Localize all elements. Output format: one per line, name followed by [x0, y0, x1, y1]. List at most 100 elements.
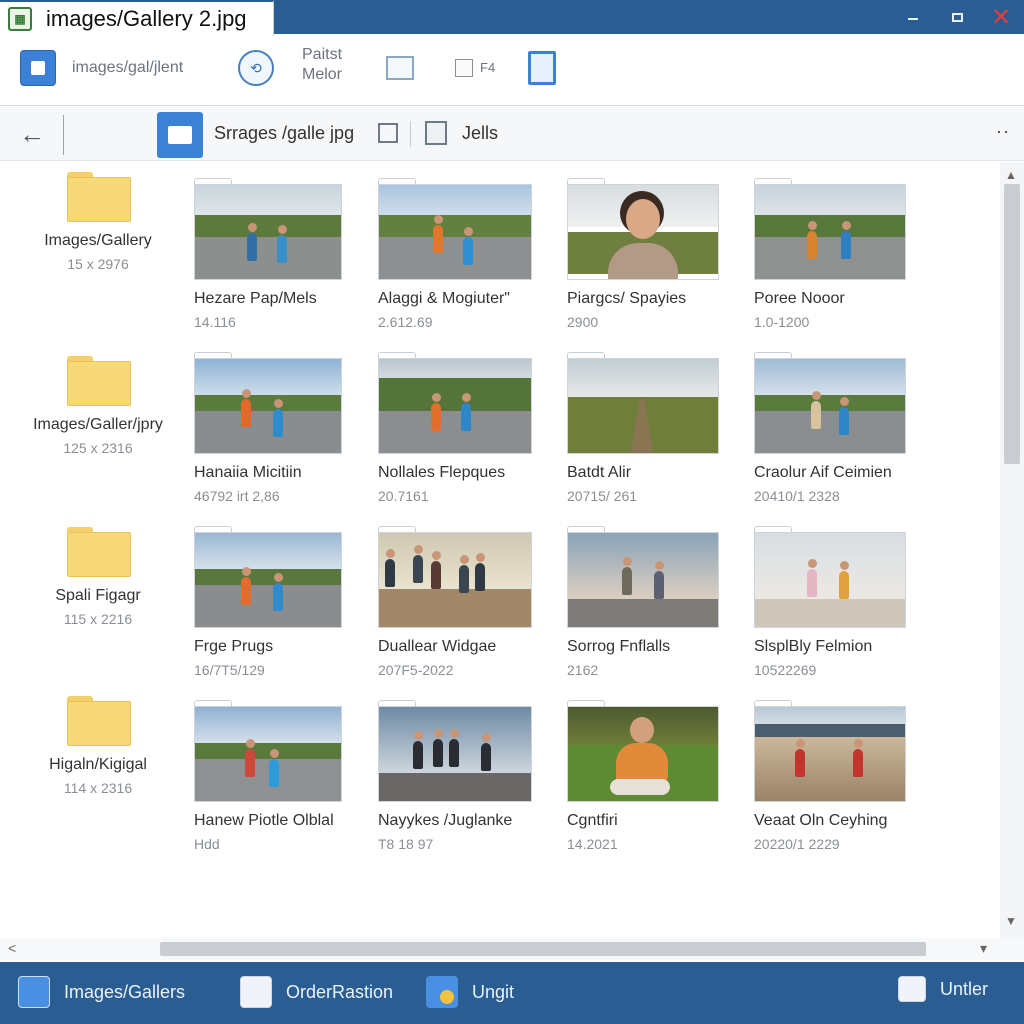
home-icon [20, 50, 56, 86]
taskbar-label: OrderRastion [286, 981, 394, 1002]
image-thumbnail [378, 532, 532, 628]
folder-name: Images/Galler/jpry [33, 416, 163, 433]
folder-location-icon [157, 112, 203, 158]
coin-folder-icon [426, 976, 458, 1008]
image-thumbnail [754, 532, 906, 628]
taskbar-item-untler[interactable]: Untler [898, 976, 988, 1002]
folder-item[interactable]: Higaln/Kigigal 114 x 2316 [18, 696, 178, 796]
minimize-button[interactable] [898, 4, 928, 30]
tile-name: Craolur Aif Ceimien [754, 464, 892, 481]
gallery-icon [18, 976, 50, 1008]
taskbar-label: Images/Gallers [64, 981, 186, 1002]
tile-meta: 10522269 [754, 662, 817, 678]
clipboard-icon[interactable] [425, 121, 447, 145]
select-icon[interactable] [378, 123, 398, 143]
ribbon-page-label: F4 [480, 60, 496, 75]
ribbon-toolbar: images/gal/jlent ⟲ Paitst Melor F4 [0, 36, 1024, 106]
horizontal-scrollbar[interactable]: < ▾ [0, 938, 1024, 960]
tile-meta: 20715/ 261 [567, 488, 638, 504]
scroll-down-icon[interactable]: ▼ [1005, 914, 1017, 928]
tile-name: Alaggi & Mogiuter" [378, 290, 510, 307]
tile-name: Nayykes /Juglanke [378, 812, 513, 829]
tile-name: Cgntfiri [567, 812, 618, 829]
taskbar-item-ungit[interactable]: Ungit [426, 976, 514, 1008]
taskbar-item-order[interactable]: OrderRastion [240, 976, 393, 1008]
more-options-button[interactable]: ·· [996, 121, 1010, 142]
app-icon: ▦ [8, 7, 32, 31]
vertical-scroll-thumb[interactable] [1004, 184, 1020, 464]
maximize-button[interactable] [942, 4, 972, 30]
address-secondary[interactable]: Jells [462, 123, 498, 144]
folder-item[interactable]: Images/Gallery 15 x 2976 [18, 172, 178, 272]
tile-meta: 1.0-1200 [754, 314, 810, 330]
tile-meta: 46792 irt 2,86 [194, 488, 280, 504]
tile-meta: 2900 [567, 314, 599, 330]
image-thumbnail [754, 358, 906, 454]
order-icon [240, 976, 272, 1008]
ribbon-share-label: Paitst Melor [302, 46, 343, 83]
folder-icon [67, 172, 131, 222]
image-thumbnail [567, 532, 719, 628]
tile-name: Hezare Pap/Mels [194, 290, 317, 307]
folder-name: Spali Figagr [55, 587, 141, 604]
folder-icon [67, 527, 131, 577]
tile-name: Sorrog Fnflalls [567, 638, 671, 655]
image-thumbnail [194, 184, 342, 280]
tile-meta: 20410/1 2328 [754, 488, 840, 504]
title-bar: ▦ images/Gallery 2.jpg ✕ [0, 0, 1024, 36]
tile-name: Hanew Piotle Olblal [194, 812, 334, 829]
ribbon-organize-button[interactable] [382, 50, 418, 86]
address-path[interactable]: Srrages /galle jpg [214, 123, 354, 144]
image-thumbnail [567, 184, 719, 280]
image-thumbnail [567, 706, 719, 802]
folder-item[interactable]: Spali Figagr 115 x 2216 [18, 527, 178, 627]
folder-icon [67, 356, 131, 406]
ribbon-page-button[interactable]: F4 [452, 50, 495, 86]
back-button[interactable]: ← [14, 119, 50, 149]
tile-name: Duallear Widgae [378, 638, 497, 655]
image-thumbnail [754, 184, 906, 280]
scroll-left-icon[interactable]: < [8, 940, 16, 956]
tile-meta: Hdd [194, 836, 220, 852]
folder-item[interactable]: Images/Galler/jpry 125 x 2316 [18, 356, 178, 456]
folder-name: Higaln/Kigigal [49, 756, 147, 773]
window-tab[interactable]: ▦ images/Gallery 2.jpg [0, 0, 274, 36]
tile-name: Piargcs/ Spayies [567, 290, 687, 307]
tile-meta: 2162 [567, 662, 599, 678]
scroll-up-icon[interactable]: ▲ [1005, 168, 1017, 182]
folder-meta: 125 x 2316 [63, 440, 133, 456]
ribbon-book-button[interactable] [524, 50, 560, 86]
page-icon [452, 50, 476, 86]
image-thumbnail [754, 706, 906, 802]
close-button[interactable]: ✕ [986, 4, 1016, 31]
tile-name: SlsplBly Felmion [754, 638, 873, 655]
monitor-icon [898, 976, 926, 1002]
divider [63, 115, 64, 155]
address-bar: ← Srrages /galle jpg Jells ·· [0, 107, 1024, 161]
image-thumbnail [378, 706, 532, 802]
ribbon-share-button[interactable]: ⟲ Paitst Melor [238, 46, 342, 86]
image-thumbnail [378, 358, 532, 454]
image-thumbnail [194, 532, 342, 628]
folder-icon [67, 696, 131, 746]
organize-icon [382, 50, 418, 86]
image-thumbnail [567, 358, 719, 454]
ribbon-home-button[interactable]: images/gal/jlent [20, 50, 183, 86]
minimize-icon [908, 18, 918, 20]
taskbar-label: Untler [940, 978, 989, 999]
tile-meta: 207F5-2022 [378, 662, 454, 678]
tile-name: Poree Nooor [754, 290, 845, 307]
tile-meta: 20220/1 2229 [754, 836, 840, 852]
image-thumbnail [194, 358, 342, 454]
taskbar-label: Ungit [472, 981, 515, 1002]
tile-meta: 14.116 [194, 314, 236, 330]
tile-name: Batdt Alir [567, 464, 632, 481]
scroll-right-icon[interactable]: ▾ [980, 940, 987, 957]
folder-meta: 115 x 2216 [63, 611, 133, 627]
book-icon [524, 50, 560, 86]
vertical-scrollbar[interactable]: ▲ ▼ [1000, 162, 1024, 938]
file-grid: Images/Gallery 15 x 2976 Images/Galler/j… [0, 162, 1000, 938]
taskbar-item-gallery[interactable]: Images/Gallers [18, 976, 185, 1008]
maximize-icon [951, 12, 963, 22]
horizontal-scroll-thumb[interactable] [160, 942, 926, 956]
